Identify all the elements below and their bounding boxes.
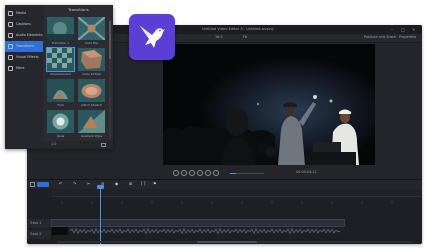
transition-label: Glitch Stretch [81,103,102,107]
captions-icon [8,22,13,27]
zoom-select[interactable]: Fit [243,35,247,39]
thumb-image [78,17,105,40]
close-icon[interactable]: × [412,27,415,32]
sidebar-item-label: Captions [16,22,31,26]
timeline-settings-icon[interactable] [30,182,35,187]
scrollbar-thumb[interactable] [197,241,257,243]
properties-button[interactable]: Properties [399,35,416,39]
media-icon [8,11,13,16]
play-icon[interactable] [189,170,195,176]
video-frame [163,44,375,165]
transition-label: Card Flip [84,41,99,45]
transitions-title: Transitions [68,7,89,12]
transition-label: Gradient Wipe [80,134,103,138]
transition-thumb[interactable] [46,47,75,72]
transition-label: Cube Rotate [82,72,101,76]
transition-label: Transition 1 [51,41,70,45]
transition-thumb[interactable] [47,79,74,102]
sidebar-item-captions[interactable]: Captions [5,19,43,30]
hummingbird-icon [140,26,165,48]
track-header-2[interactable]: Track 2 [27,230,52,239]
aspect-ratio-select[interactable]: 16:9 [215,35,223,39]
redo-icon[interactable]: ↷ [73,182,76,186]
audio-clip[interactable] [51,219,345,235]
produce-share-button[interactable]: Produce and Share [364,35,396,39]
panel-scrollbar[interactable] [109,19,111,139]
sidebar-item-transitions[interactable]: Transitions [5,41,43,52]
sidebar-item-audio[interactable]: Audio Elements [5,30,43,41]
transition-thumb[interactable] [47,110,74,133]
thumb-image [78,79,105,102]
playhead[interactable] [100,186,101,244]
skip-end-icon[interactable] [213,170,219,176]
transition-thumb[interactable] [78,17,105,40]
timeline-toolbar: ↶ ↷ ✂ ⊟ ◆ ⊞ [ ] ⚑ [27,180,422,189]
transition-label: Glow [56,134,65,138]
stop-icon[interactable] [197,170,203,176]
rewind-icon[interactable] [181,170,187,176]
track-label: Track 2 [30,232,42,236]
grid-view-icon[interactable] [101,143,106,147]
scrub-bar[interactable] [230,173,264,174]
timeline-ruler[interactable] [52,189,422,204]
track-label: Track 1 [30,221,42,225]
minimize-icon[interactable]: – [391,27,393,32]
sidebar-item-media[interactable]: Media [5,8,43,19]
thumb-image [47,79,74,102]
transitions-icon [8,44,13,49]
sidebar-item-effects[interactable]: Visual Effects [5,52,43,63]
flag-icon[interactable]: ⚑ [153,182,157,186]
transition-label: Checkerboard [50,72,71,76]
snap-icon[interactable]: ⊞ [129,182,132,186]
edit-mode-button[interactable] [37,182,49,187]
panel-footer: 1.0 [43,141,113,149]
app-logo [129,14,175,60]
thumb-image [78,110,105,133]
thumb-image [47,48,74,71]
thumb-image [47,110,74,133]
video-preview[interactable] [163,44,375,165]
thumb-image [78,48,105,71]
timeline-scrollbar[interactable] [57,241,412,243]
transition-thumb[interactable] [78,48,105,71]
marker-icon[interactable]: ◆ [115,182,118,186]
more-icon [8,66,13,71]
scrollbar-thumb[interactable] [109,21,111,59]
library-panel: Media Captions Audio Elements Transition… [5,5,113,149]
transition-label: Fold [57,103,64,107]
effects-icon [8,55,13,60]
sidebar-item-label: Media [16,11,27,15]
timecode: 00:00:04;12 [296,170,317,174]
timeline-panel: ↶ ↷ ✂ ⊟ ◆ ⊞ [ ] ⚑ Track 1 Track 2 [27,179,422,244]
maximize-icon[interactable]: □ [401,27,405,32]
track-header-1[interactable]: Track 1 [27,219,52,228]
sidebar-item-label: Transitions [16,44,35,48]
fast-forward-icon[interactable] [205,170,211,176]
sidebar-item-label: Audio Elements [16,33,43,37]
scrub-progress [230,173,237,174]
sidebar-item-label: More [16,66,25,70]
transition-thumb[interactable] [47,17,74,40]
audio-icon [8,33,13,38]
transition-thumb[interactable] [78,79,105,102]
thumb-image [47,17,74,40]
split-icon[interactable]: ✂ [87,182,90,186]
ruler-ticks [61,201,393,204]
undo-icon[interactable]: ↶ [59,182,62,186]
sidebar-item-more[interactable]: More [5,63,43,74]
transition-thumb[interactable] [78,110,105,133]
skip-start-icon[interactable] [173,170,179,176]
playback-controls: 00:00:04;12 [27,167,422,179]
sidebar-item-label: Visual Effects [16,55,39,59]
window-title: Untitled Video Editor 3 - Untitled.wvpro… [202,27,274,31]
audio-waveform [52,227,341,235]
sidebar: Media Captions Audio Elements Transition… [5,5,43,149]
bracket-icon[interactable]: [ ] [141,182,145,186]
duration-value[interactable]: 1.0 [51,142,56,146]
